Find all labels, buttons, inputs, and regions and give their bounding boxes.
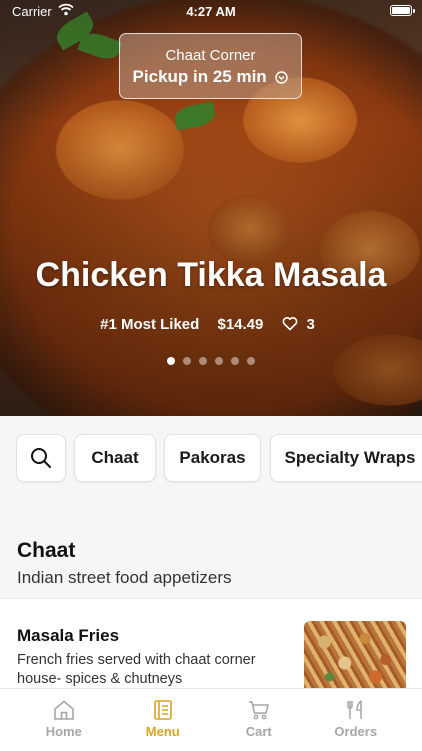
carousel-dot[interactable] bbox=[247, 357, 255, 365]
carousel-dot[interactable] bbox=[215, 357, 223, 365]
search-button[interactable] bbox=[16, 434, 66, 482]
menu-item-name: Masala Fries bbox=[17, 626, 120, 645]
menu-item-photo bbox=[304, 621, 406, 691]
category-chip-specialty-wraps[interactable]: Specialty Wraps bbox=[270, 434, 422, 482]
battery-icon bbox=[390, 5, 415, 16]
featured-price: $14.49 bbox=[217, 315, 264, 333]
section-title: Chaat bbox=[17, 539, 76, 562]
menu-icon bbox=[153, 700, 172, 720]
search-icon bbox=[31, 448, 51, 468]
tab-home-label: Home bbox=[45, 724, 82, 739]
tab-cart-label: Cart bbox=[245, 724, 272, 739]
carousel-dot[interactable] bbox=[167, 357, 175, 365]
most-liked-badge: #1 Most Liked bbox=[100, 315, 200, 333]
pickup-eta: Pickup in 25 min bbox=[120, 67, 301, 87]
menu-item-card[interactable]: Masala Fries French fries served with ch… bbox=[0, 598, 422, 691]
pickup-eta-label: Pickup in 25 min bbox=[132, 67, 267, 86]
menu-item-description: French fries served with chaat corner ho… bbox=[17, 652, 256, 687]
home-icon bbox=[53, 700, 74, 720]
carousel-dot[interactable] bbox=[183, 357, 191, 365]
like-count: 3 bbox=[306, 315, 315, 333]
status-bar: Carrier 4:27 AM bbox=[0, 0, 422, 22]
tab-home[interactable]: Home bbox=[11, 689, 117, 751]
status-time: 4:27 AM bbox=[186, 4, 236, 19]
tab-menu[interactable]: Menu bbox=[110, 689, 216, 751]
carousel-indicator[interactable] bbox=[0, 357, 422, 365]
orders-icon bbox=[347, 700, 362, 719]
cart-icon bbox=[248, 701, 269, 720]
store-name: Chaat Corner bbox=[165, 47, 256, 64]
tab-orders-label: Orders bbox=[334, 724, 378, 739]
tab-menu-label: Menu bbox=[145, 724, 180, 739]
tab-bar: Home Menu Cart Orders bbox=[0, 688, 422, 751]
tab-orders[interactable]: Orders bbox=[303, 689, 409, 751]
category-bar[interactable]: Chaat Pakoras Specialty Wraps bbox=[0, 416, 422, 500]
category-chip-pakoras[interactable]: Pakoras bbox=[164, 434, 261, 482]
featured-dish-title: Chicken Tikka Masala bbox=[35, 256, 387, 294]
like-button[interactable]: 3 bbox=[282, 315, 322, 333]
category-chip-chaat[interactable]: Chaat bbox=[74, 434, 156, 482]
tab-cart[interactable]: Cart bbox=[206, 689, 312, 751]
carousel-dot[interactable] bbox=[231, 357, 239, 365]
section-subtitle: Indian street food appetizers bbox=[17, 568, 232, 587]
heart-icon bbox=[282, 317, 297, 331]
carousel-dot[interactable] bbox=[199, 357, 207, 365]
featured-hero[interactable]: Carrier 4:27 AM Chaat Corner Pickup in 2… bbox=[0, 0, 422, 416]
featured-dish-meta: #1 Most Liked $14.49 3 bbox=[0, 315, 422, 333]
pickup-selector[interactable]: Chaat Corner Pickup in 25 min bbox=[119, 33, 302, 99]
chevron-down-circle-icon bbox=[275, 71, 289, 84]
